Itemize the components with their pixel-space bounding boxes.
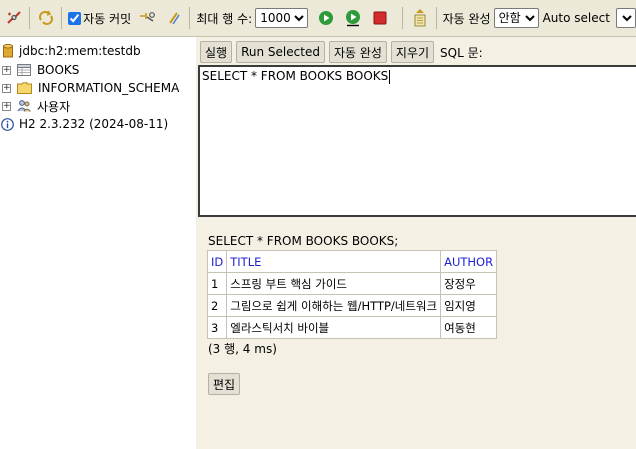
users-icon <box>17 99 31 113</box>
history-icon[interactable] <box>411 8 430 28</box>
tree-connection[interactable]: jdbc:h2:mem:testdb <box>0 42 141 60</box>
tree-item-books[interactable]: + BOOKS <box>0 61 79 79</box>
disconnect-icon[interactable] <box>4 8 23 28</box>
autoselect-select[interactable]: O <box>615 8 636 28</box>
version-label: H2 2.3.232 (2024-08-11) <box>19 117 169 131</box>
expand-icon[interactable]: + <box>2 101 11 111</box>
row-count-status: (3 행, 4 ms) <box>208 342 277 356</box>
commit-icon[interactable] <box>164 8 183 28</box>
expand-icon[interactable]: + <box>2 65 11 75</box>
run-icon[interactable] <box>316 8 335 28</box>
rollback-icon[interactable] <box>137 8 156 28</box>
run-button[interactable]: 실행 <box>200 41 233 63</box>
clear-button[interactable]: 지우기 <box>390 41 435 63</box>
toolbar: 자동 커밋 최대 행 수: 1000 자동 완성 안함 Auto select … <box>0 0 636 37</box>
run-selected-icon[interactable] <box>343 8 362 28</box>
autoselect-label: Auto select <box>542 11 610 25</box>
toolbar-separator <box>29 7 31 29</box>
table-row: 3 엘라스틱서치 바이블 여동현 <box>206 316 498 339</box>
column-header-title[interactable]: TITLE <box>226 250 442 273</box>
sql-editor-text: SELECT * FROM BOOKS BOOKS <box>202 69 389 83</box>
run-selected-button[interactable]: Run Selected <box>236 41 325 63</box>
cell-title: 스프링 부트 핵심 가이드 <box>226 272 442 295</box>
result-table: ID TITLE AUTHOR 1 스프링 부트 핵심 가이드 장정우 2 그림… <box>206 250 498 339</box>
autocomplete-label: 자동 완성 <box>442 11 491 26</box>
table-icon <box>17 64 31 76</box>
edit-button[interactable]: 편집 <box>208 373 241 395</box>
toolbar-separator <box>435 7 437 29</box>
cell-id: 1 <box>206 272 228 295</box>
text-caret <box>389 69 391 84</box>
autocommit-label: 자동 커밋 <box>83 11 132 26</box>
cell-author: 장정우 <box>440 272 498 295</box>
query-panel: 실행 Run Selected 자동 완성 지우기 SQL 문: SELECT … <box>196 37 636 449</box>
tree-item-label: 사용자 <box>37 99 71 114</box>
cell-author: 여동현 <box>440 316 498 339</box>
result-statement: SELECT * FROM BOOKS BOOKS; <box>208 234 399 248</box>
object-tree: jdbc:h2:mem:testdb + BOOKS + INFORMATION… <box>0 37 196 449</box>
sql-button-bar: 실행 Run Selected 자동 완성 지우기 SQL 문: <box>200 40 483 64</box>
toolbar-separator <box>401 7 403 29</box>
cell-title: 그림으로 쉽게 이해하는 웹/HTTP/네트워크 <box>226 294 442 317</box>
sql-editor[interactable]: SELECT * FROM BOOKS BOOKS <box>198 65 636 217</box>
toolbar-separator <box>61 7 63 29</box>
cell-id: 2 <box>206 294 228 317</box>
tree-item-information-schema[interactable]: + INFORMATION_SCHEMA <box>0 79 179 97</box>
info-icon <box>1 117 14 131</box>
autocomplete-select[interactable]: 안함 <box>493 8 539 28</box>
table-row: 1 스프링 부트 핵심 가이드 장정우 <box>206 272 498 295</box>
tree-item-label: INFORMATION_SCHEMA <box>38 81 180 95</box>
max-rows-select[interactable]: 1000 <box>255 8 309 28</box>
cell-title: 엘라스틱서치 바이블 <box>226 316 442 339</box>
table-row: 2 그림으로 쉽게 이해하는 웹/HTTP/네트워크 임지영 <box>206 294 498 317</box>
cell-id: 3 <box>206 316 228 339</box>
tree-item-users[interactable]: + 사용자 <box>0 97 70 115</box>
expand-icon[interactable]: + <box>2 83 11 93</box>
column-header-id[interactable]: ID <box>206 250 228 273</box>
connection-label: jdbc:h2:mem:testdb <box>19 44 141 58</box>
stop-icon[interactable] <box>370 8 389 28</box>
database-icon <box>3 44 13 58</box>
sql-statement-label: SQL 문: <box>440 45 483 60</box>
table-header-row: ID TITLE AUTHOR <box>206 250 498 273</box>
max-rows-label: 최대 행 수: <box>196 11 253 26</box>
toolbar-separator <box>189 7 191 29</box>
refresh-icon[interactable] <box>36 8 55 28</box>
autocomplete-button[interactable]: 자동 완성 <box>328 41 387 63</box>
folder-icon <box>17 82 32 94</box>
autocommit-checkbox[interactable] <box>68 11 82 25</box>
tree-item-label: BOOKS <box>37 63 80 77</box>
cell-author: 임지영 <box>440 294 498 317</box>
tree-version: H2 2.3.232 (2024-08-11) <box>0 115 168 133</box>
column-header-author[interactable]: AUTHOR <box>440 250 498 273</box>
